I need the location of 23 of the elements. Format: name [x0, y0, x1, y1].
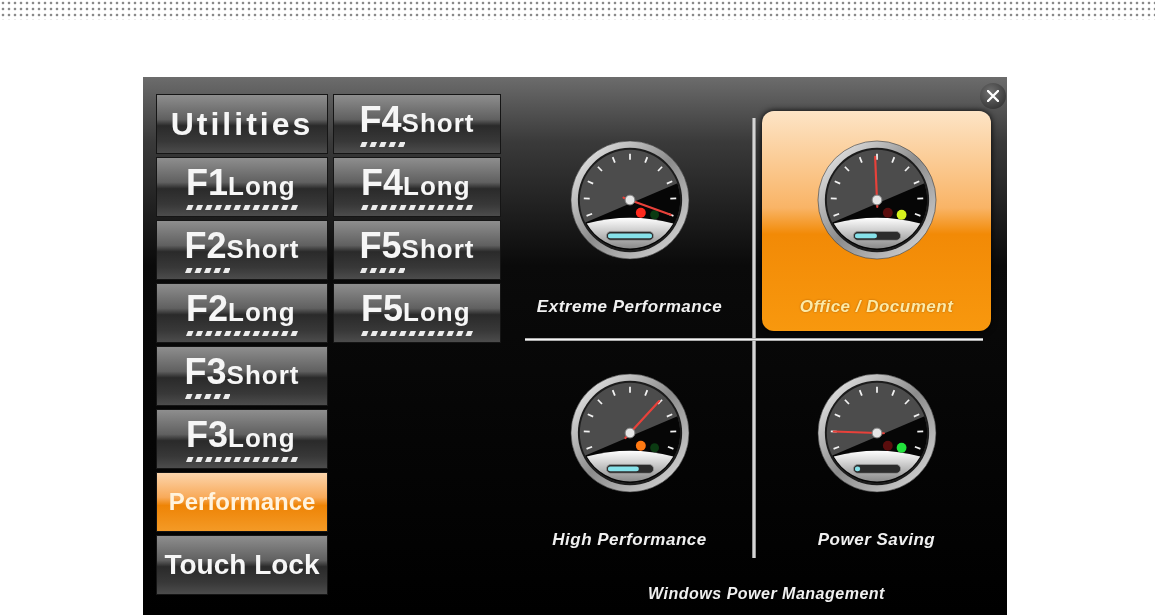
- dashed-line-icon: [361, 204, 473, 210]
- dashed-line-icon: [184, 393, 231, 399]
- function-key-button[interactable]: F1Long: [156, 157, 328, 217]
- dashed-line-icon: [184, 267, 231, 273]
- function-key-button[interactable]: F2Short: [156, 220, 328, 280]
- dashed-line-icon: [359, 141, 406, 147]
- function-key-button[interactable]: F5Short: [333, 220, 501, 280]
- function-key-button[interactable]: F2Long: [156, 283, 328, 343]
- function-key-button[interactable]: F4Short: [333, 94, 501, 154]
- close-icon: [987, 90, 999, 102]
- dashed-line-icon: [186, 330, 298, 336]
- function-key-button[interactable]: F3Long: [156, 409, 328, 469]
- function-key-button[interactable]: F5Long: [333, 283, 501, 343]
- dashed-line-icon: [361, 330, 473, 336]
- close-button[interactable]: [980, 83, 1006, 109]
- function-key-button[interactable]: F3Short: [156, 346, 328, 406]
- function-key-button[interactable]: F4Long: [333, 157, 501, 217]
- dashed-line-icon: [186, 456, 298, 462]
- menu-button[interactable]: Utilities: [156, 94, 328, 154]
- dashed-line-icon: [359, 267, 406, 273]
- menu-button[interactable]: Touch Lock: [156, 535, 328, 595]
- dashed-line-icon: [186, 204, 298, 210]
- section-title: Windows Power Management: [648, 584, 885, 604]
